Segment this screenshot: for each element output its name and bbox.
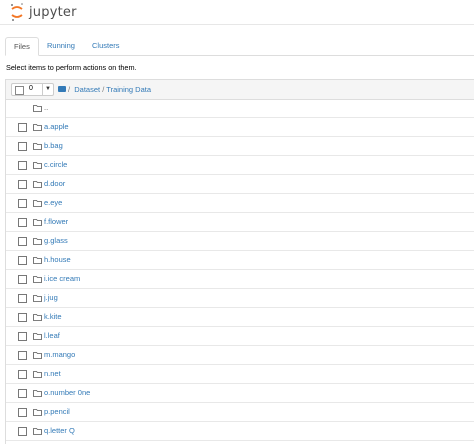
folder-row[interactable]: o.number 0ne bbox=[6, 384, 474, 403]
row-checkbox[interactable] bbox=[18, 389, 27, 398]
row-checkbox[interactable] bbox=[18, 408, 27, 417]
tab-running[interactable]: Running bbox=[39, 37, 83, 55]
row-checkbox[interactable] bbox=[18, 199, 27, 208]
folder-icon bbox=[33, 162, 42, 169]
folder-row[interactable]: p.pencil bbox=[6, 403, 474, 422]
folder-icon bbox=[33, 124, 42, 131]
folder-row[interactable]: a.apple bbox=[6, 118, 474, 137]
folder-icon bbox=[33, 371, 42, 378]
folder-row[interactable]: k.kite bbox=[6, 308, 474, 327]
folder-row[interactable]: i.ice cream bbox=[6, 270, 474, 289]
row-checkbox[interactable] bbox=[18, 294, 27, 303]
folder-row[interactable]: j.jug bbox=[6, 289, 474, 308]
folder-icon bbox=[33, 314, 42, 321]
row-checkbox[interactable] bbox=[18, 313, 27, 322]
breadcrumb: / Dataset / Training Data bbox=[58, 85, 151, 94]
folder-icon bbox=[33, 333, 42, 340]
folder-icon bbox=[33, 143, 42, 150]
tab-files[interactable]: Files bbox=[5, 37, 39, 56]
parent-dir-row[interactable]: .. bbox=[6, 99, 474, 118]
folder-icon bbox=[33, 409, 42, 416]
folder-link[interactable]: d.door bbox=[44, 179, 65, 188]
folder-link[interactable]: j.jug bbox=[44, 293, 58, 302]
folder-link[interactable]: f.flower bbox=[44, 217, 68, 226]
row-checkbox[interactable] bbox=[18, 332, 27, 341]
tab-clusters[interactable]: Clusters bbox=[84, 37, 128, 55]
folder-link[interactable]: p.pencil bbox=[44, 407, 70, 416]
row-checkbox[interactable] bbox=[18, 275, 27, 284]
row-checkbox[interactable] bbox=[18, 123, 27, 132]
parent-dir-link[interactable]: .. bbox=[44, 103, 48, 112]
folder-link[interactable]: a.apple bbox=[44, 122, 69, 131]
folder-row[interactable]: g.glass bbox=[6, 232, 474, 251]
caret-down-icon[interactable]: ▼ bbox=[45, 86, 51, 92]
folder-icon bbox=[33, 352, 42, 359]
row-checkbox[interactable] bbox=[18, 237, 27, 246]
row-checkbox[interactable] bbox=[18, 161, 27, 170]
folder-link[interactable]: b.bag bbox=[44, 141, 63, 150]
folder-row[interactable]: b.bag bbox=[6, 137, 474, 156]
folder-icon bbox=[33, 200, 42, 207]
folder-row[interactable]: q.letter Q bbox=[6, 422, 474, 441]
folder-row[interactable]: h.house bbox=[6, 251, 474, 270]
folder-icon bbox=[33, 219, 42, 226]
selected-count: 0 bbox=[29, 85, 33, 92]
folder-link[interactable]: n.net bbox=[44, 369, 61, 378]
breadcrumb-separator: / bbox=[102, 85, 105, 94]
folder-row[interactable]: d.door bbox=[6, 175, 474, 194]
selection-hint: Select items to perform actions on them. bbox=[6, 63, 137, 72]
folder-link[interactable]: l.leaf bbox=[44, 331, 60, 340]
folder-icon bbox=[33, 390, 42, 397]
folder-link[interactable]: e.eye bbox=[44, 198, 62, 207]
folder-row[interactable]: m.mango bbox=[6, 346, 474, 365]
jupyter-logo-icon bbox=[11, 3, 23, 21]
folder-row[interactable]: f.flower bbox=[6, 213, 474, 232]
folder-row[interactable]: e.eye bbox=[6, 194, 474, 213]
folder-icon bbox=[33, 181, 42, 188]
list-header: 0 ▼ / Dataset / Training Data bbox=[6, 80, 474, 100]
folder-icon bbox=[33, 428, 42, 435]
folder-link[interactable]: q.letter Q bbox=[44, 426, 75, 435]
header: jupyter bbox=[0, 0, 474, 25]
folder-link[interactable]: k.kite bbox=[44, 312, 62, 321]
row-checkbox[interactable] bbox=[18, 218, 27, 227]
folder-link[interactable]: g.glass bbox=[44, 236, 68, 245]
row-checkbox[interactable] bbox=[18, 180, 27, 189]
folder-icon bbox=[33, 295, 42, 302]
folder-icon bbox=[33, 276, 42, 283]
folder-link[interactable]: i.ice cream bbox=[44, 274, 80, 283]
folder-link[interactable]: o.number 0ne bbox=[44, 388, 90, 397]
folder-row[interactable]: c.circle bbox=[6, 156, 474, 175]
folder-link[interactable]: m.mango bbox=[44, 350, 75, 359]
breadcrumb-training-data[interactable]: Training Data bbox=[106, 85, 151, 94]
row-checkbox[interactable] bbox=[18, 370, 27, 379]
row-checkbox[interactable] bbox=[18, 351, 27, 360]
folder-icon bbox=[33, 105, 42, 112]
folder-icon bbox=[33, 238, 42, 245]
row-checkbox[interactable] bbox=[18, 427, 27, 436]
select-all-button[interactable]: 0 ▼ bbox=[11, 83, 54, 96]
row-checkbox[interactable] bbox=[18, 256, 27, 265]
breadcrumb-home[interactable]: / bbox=[58, 85, 70, 94]
row-checkbox[interactable] bbox=[18, 142, 27, 151]
logo-text: jupyter bbox=[29, 4, 77, 20]
tab-bar: Files Running Clusters bbox=[5, 37, 474, 56]
jupyter-logo[interactable]: jupyter bbox=[10, 2, 77, 22]
file-list: 0 ▼ / Dataset / Training Data .. a.apple… bbox=[5, 79, 474, 444]
folder-icon bbox=[33, 257, 42, 264]
folder-link[interactable]: c.circle bbox=[44, 160, 67, 169]
folder-row[interactable]: l.leaf bbox=[6, 327, 474, 346]
breadcrumb-dataset[interactable]: Dataset bbox=[74, 85, 100, 94]
folder-icon bbox=[58, 86, 66, 92]
folder-row[interactable]: n.net bbox=[6, 365, 474, 384]
button-divider bbox=[42, 84, 43, 95]
folder-link[interactable]: h.house bbox=[44, 255, 71, 264]
select-all-checkbox[interactable] bbox=[15, 86, 24, 95]
